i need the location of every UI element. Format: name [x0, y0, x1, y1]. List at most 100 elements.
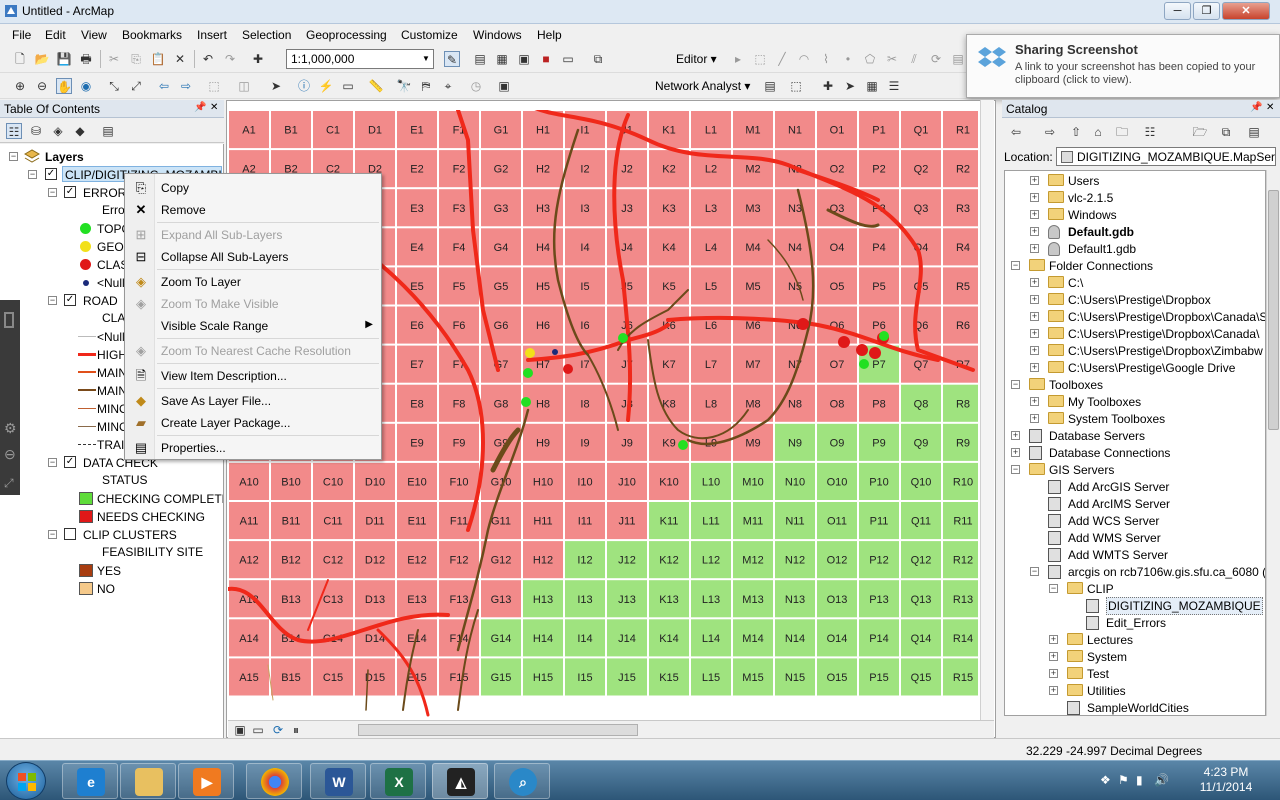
- context-menu-zoom-to-layer[interactable]: ◈ Zoom To Layer: [125, 271, 381, 293]
- menu-help[interactable]: Help: [537, 28, 562, 42]
- new-folder-icon[interactable]: 🗁: [1192, 124, 1208, 140]
- trace-icon[interactable]: ⌇: [818, 51, 834, 67]
- taskbar-file-explorer[interactable]: [120, 763, 176, 799]
- network-analyst-window-icon[interactable]: ▤: [762, 78, 778, 94]
- layout-view-icon[interactable]: ▭: [250, 722, 266, 738]
- copy-icon[interactable]: ⎘: [128, 51, 144, 67]
- road-checkbox[interactable]: ✓: [64, 294, 76, 306]
- catalog-item-dropbox[interactable]: + C:\Users\Prestige\Dropbox: [1005, 291, 1265, 309]
- expand-icon[interactable]: +: [1030, 312, 1039, 321]
- list-by-visibility-icon[interactable]: ◈: [50, 123, 66, 139]
- taskbar-media-player[interactable]: ▶: [178, 763, 234, 799]
- catalog-item-add-wms[interactable]: Add WMS Server: [1005, 529, 1265, 547]
- print-icon[interactable]: 🖶: [78, 51, 94, 67]
- catalog-item-google-drive[interactable]: + C:\Users\Prestige\Google Drive: [1005, 359, 1265, 377]
- errors-checkbox[interactable]: ✓: [64, 186, 76, 198]
- taskbar-word[interactable]: W: [310, 763, 366, 799]
- edit-annotation-icon[interactable]: ⬚: [752, 51, 768, 67]
- time-slider-icon[interactable]: ◷: [468, 78, 484, 94]
- model-builder-icon[interactable]: ⧉: [590, 51, 606, 67]
- expand-icon[interactable]: +: [1030, 210, 1039, 219]
- expand-icon[interactable]: +: [1011, 448, 1020, 457]
- collapse-icon[interactable]: −: [1011, 465, 1020, 474]
- context-menu-create-layer-package[interactable]: ▰ Create Layer Package...: [125, 412, 381, 434]
- catalog-item-arcgis-on[interactable]: − arcgis on rcb7106w.gis.sfu.ca_6080 (a: [1005, 563, 1265, 581]
- catalog-item-users[interactable]: + Users: [1005, 172, 1265, 190]
- catalog-item-add-wmts[interactable]: Add WMTS Server: [1005, 546, 1265, 564]
- list-by-drawing-order-icon[interactable]: ☷: [6, 123, 22, 139]
- toc-layers-root[interactable]: − Layers: [0, 148, 223, 166]
- pin-icon[interactable]: 📌: [194, 102, 206, 113]
- catalog-item-default1-gdb[interactable]: + Default1.gdb: [1005, 240, 1265, 258]
- expand-icon[interactable]: +: [1030, 176, 1039, 185]
- menu-edit[interactable]: Edit: [45, 28, 66, 42]
- gear-icon[interactable]: ⚙: [4, 420, 17, 437]
- reshape-icon[interactable]: ✂: [884, 51, 900, 67]
- select-features-icon[interactable]: ⬚: [206, 78, 222, 94]
- collapse-icon[interactable]: −: [1049, 584, 1058, 593]
- zoom-in-icon[interactable]: ⊕: [12, 78, 28, 94]
- close-button[interactable]: ✕: [1222, 2, 1270, 20]
- catalog-item-system[interactable]: + System: [1005, 648, 1265, 666]
- edit-vertices-icon[interactable]: ⬠: [862, 51, 878, 67]
- options-icon[interactable]: ▤: [100, 123, 116, 139]
- catalog-item-gis-servers[interactable]: − GIS Servers: [1005, 461, 1265, 479]
- context-menu-properties[interactable]: ▤ Properties...: [125, 437, 381, 459]
- table-of-contents-window-icon[interactable]: ▤: [472, 51, 488, 67]
- flag-tray-icon[interactable]: ⚑: [1118, 773, 1129, 787]
- catalog-item-my-toolboxes[interactable]: + My Toolboxes: [1005, 393, 1265, 411]
- collapse-icon[interactable]: −: [1011, 380, 1020, 389]
- context-menu-collapse-all[interactable]: ⊟ Collapse All Sub-Layers: [125, 246, 381, 268]
- measure-icon[interactable]: 📏: [368, 78, 384, 94]
- select-move-location-icon[interactable]: ➤: [842, 78, 858, 94]
- menu-windows[interactable]: Windows: [473, 28, 522, 42]
- catalog-vertical-scrollbar[interactable]: [1266, 170, 1280, 716]
- identify-icon[interactable]: ⓘ: [296, 78, 312, 94]
- full-extent-icon[interactable]: ◉: [78, 78, 94, 94]
- open-icon[interactable]: 📂: [34, 51, 50, 67]
- collapsed-panel-strip[interactable]: ⚙ ⊖ ⤢: [0, 300, 20, 495]
- expand-icon[interactable]: +: [1030, 363, 1039, 372]
- delete-icon[interactable]: ✕: [172, 51, 188, 67]
- catalog-item-test[interactable]: + Test: [1005, 665, 1265, 683]
- connect-to-folder-icon[interactable]: 🗀: [1114, 124, 1130, 140]
- rotate-icon[interactable]: ⟳: [928, 51, 944, 67]
- straight-segment-icon[interactable]: ╱: [774, 51, 790, 67]
- save-icon[interactable]: 💾: [56, 51, 72, 67]
- expand-icon[interactable]: +: [1030, 295, 1039, 304]
- endpoint-arc-icon[interactable]: ◠: [796, 51, 812, 67]
- html-popup-icon[interactable]: ▭: [340, 78, 356, 94]
- catalog-item-vlc[interactable]: + vlc-2.1.5: [1005, 189, 1265, 207]
- data-check-checkbox[interactable]: ✓: [64, 456, 76, 468]
- directions-icon[interactable]: ☰: [886, 78, 902, 94]
- catalog-item-add-arcims[interactable]: Add ArcIMS Server: [1005, 495, 1265, 513]
- context-menu-zoom-to-visible[interactable]: ◈ Zoom To Make Visible: [125, 293, 381, 315]
- context-menu-save-as-layer-file[interactable]: ◆ Save As Layer File...: [125, 390, 381, 412]
- editor-toolbar-icon[interactable]: ✎: [444, 51, 460, 67]
- context-menu-visible-scale-range[interactable]: Visible Scale Range ▶: [125, 315, 381, 337]
- catalog-item-lectures[interactable]: + Lectures: [1005, 631, 1265, 649]
- go-back-icon[interactable]: ⇦: [156, 78, 172, 94]
- toc-clip-clusters-layer[interactable]: − CLIP CLUSTERS: [0, 526, 223, 544]
- collapse-icon[interactable]: −: [1030, 567, 1039, 576]
- hyperlink-icon[interactable]: ⚡: [318, 78, 334, 94]
- options-icon[interactable]: ▤: [1246, 124, 1262, 140]
- catalog-item-digitizing[interactable]: DIGITIZING_MOZAMBIQUE: [1005, 597, 1265, 615]
- forward-icon[interactable]: ⇨: [1042, 124, 1058, 140]
- network-analyst-menu[interactable]: Network Analyst ▾: [655, 79, 750, 93]
- go-to-xy-icon[interactable]: ⌖: [440, 78, 456, 94]
- catalog-item-system-toolboxes[interactable]: + System Toolboxes: [1005, 410, 1265, 428]
- menu-selection[interactable]: Selection: [242, 28, 291, 42]
- taskbar-chrome[interactable]: [246, 763, 302, 799]
- catalog-item-edit-errors[interactable]: Edit_Errors: [1005, 614, 1265, 632]
- catalog-item-dropbox-canada2[interactable]: + C:\Users\Prestige\Dropbox\Canada\: [1005, 325, 1265, 343]
- menu-view[interactable]: View: [81, 28, 107, 42]
- catalog-item-default-gdb[interactable]: + Default.gdb: [1005, 223, 1265, 241]
- catalog-item-database-servers[interactable]: + Database Servers: [1005, 427, 1265, 445]
- catalog-item-add-arcgis[interactable]: Add ArcGIS Server: [1005, 478, 1265, 496]
- pause-icon[interactable]: [4, 312, 14, 328]
- fixed-zoom-in-icon[interactable]: ⤡: [106, 78, 122, 94]
- menu-insert[interactable]: Insert: [197, 28, 227, 42]
- catalog-item-sample-world-cities[interactable]: SampleWorldCities: [1005, 699, 1265, 715]
- close-icon[interactable]: ✕: [210, 102, 218, 113]
